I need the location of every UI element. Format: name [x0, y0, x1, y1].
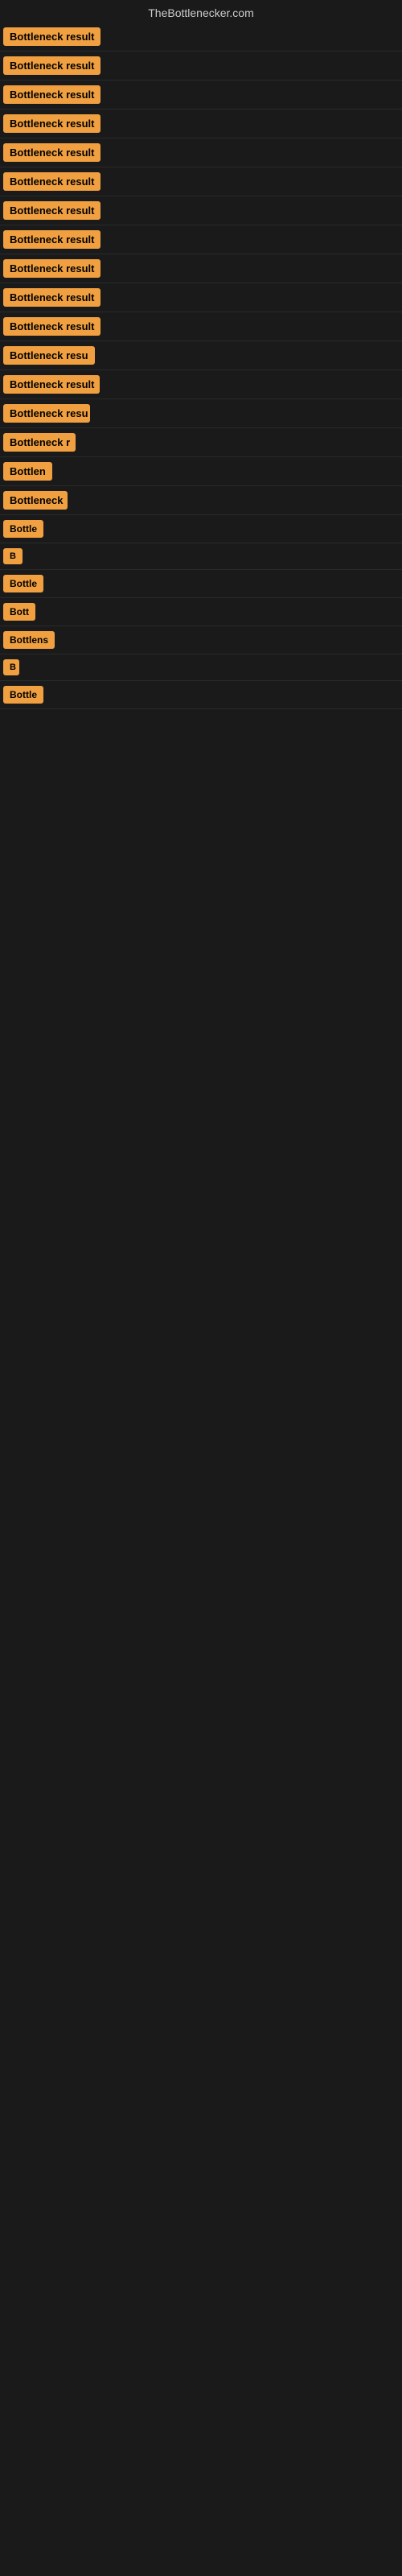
result-row: Bottleneck result	[0, 23, 402, 52]
result-row: Bottleneck result	[0, 109, 402, 138]
bottleneck-badge[interactable]: Bottleneck result	[3, 230, 100, 249]
result-row: Bottlens	[0, 626, 402, 654]
bottleneck-badge[interactable]: Bottleneck result	[3, 288, 100, 307]
bottleneck-badge[interactable]: Bottle	[3, 686, 43, 704]
bottleneck-badge[interactable]: Bottleneck resu	[3, 404, 90, 423]
result-row: Bottleneck result	[0, 370, 402, 399]
result-row: B	[0, 654, 402, 681]
bottleneck-badge[interactable]: Bottleneck result	[3, 85, 100, 104]
bottleneck-badge[interactable]: Bottleneck r	[3, 433, 76, 452]
bottleneck-badge[interactable]: Bottleneck result	[3, 56, 100, 75]
site-title: TheBottlenecker.com	[0, 0, 402, 23]
bottleneck-badge[interactable]: Bottleneck result	[3, 317, 100, 336]
result-row: Bottleneck result	[0, 138, 402, 167]
result-row: Bottlen	[0, 457, 402, 486]
page-container: TheBottlenecker.com Bottleneck resultBot…	[0, 0, 402, 709]
result-row: Bottleneck result	[0, 312, 402, 341]
result-row: Bottleneck result	[0, 196, 402, 225]
result-row: B	[0, 543, 402, 570]
result-row: Bottleneck result	[0, 283, 402, 312]
bottleneck-badge[interactable]: Bottle	[3, 575, 43, 592]
bottleneck-badge[interactable]: B	[3, 548, 23, 564]
bottleneck-badge[interactable]: Bottleneck result	[3, 143, 100, 162]
result-row: Bottleneck	[0, 486, 402, 515]
bottleneck-badge[interactable]: Bottleneck result	[3, 259, 100, 278]
result-row: Bottleneck r	[0, 428, 402, 457]
bottleneck-badge[interactable]: Bottleneck resu	[3, 346, 95, 365]
bottleneck-badge[interactable]: Bottle	[3, 520, 43, 538]
bottleneck-badge[interactable]: Bottleneck result	[3, 201, 100, 220]
result-row: Bottleneck resu	[0, 399, 402, 428]
results-list: Bottleneck result Bottleneck result Bottle…	[0, 23, 402, 709]
bottleneck-badge[interactable]: B	[3, 659, 19, 675]
result-row: Bottle	[0, 515, 402, 543]
bottleneck-badge[interactable]: Bottleneck result	[3, 375, 100, 394]
bottleneck-badge[interactable]: Bottlen	[3, 462, 52, 481]
result-row: Bottleneck result	[0, 80, 402, 109]
result-row: Bottleneck resu	[0, 341, 402, 370]
bottleneck-badge[interactable]: Bottleneck result	[3, 114, 100, 133]
bottleneck-badge[interactable]: Bott	[3, 603, 35, 621]
result-row: Bott	[0, 598, 402, 626]
result-row: Bottle	[0, 570, 402, 598]
bottleneck-badge[interactable]: Bottleneck result	[3, 27, 100, 46]
result-row: Bottleneck result	[0, 167, 402, 196]
result-row: Bottleneck result	[0, 52, 402, 80]
result-row: Bottleneck result	[0, 254, 402, 283]
bottleneck-badge[interactable]: Bottleneck	[3, 491, 68, 510]
result-row: Bottle	[0, 681, 402, 709]
result-row: Bottleneck result	[0, 225, 402, 254]
bottleneck-badge[interactable]: Bottleneck result	[3, 172, 100, 191]
bottleneck-badge[interactable]: Bottlens	[3, 631, 55, 649]
